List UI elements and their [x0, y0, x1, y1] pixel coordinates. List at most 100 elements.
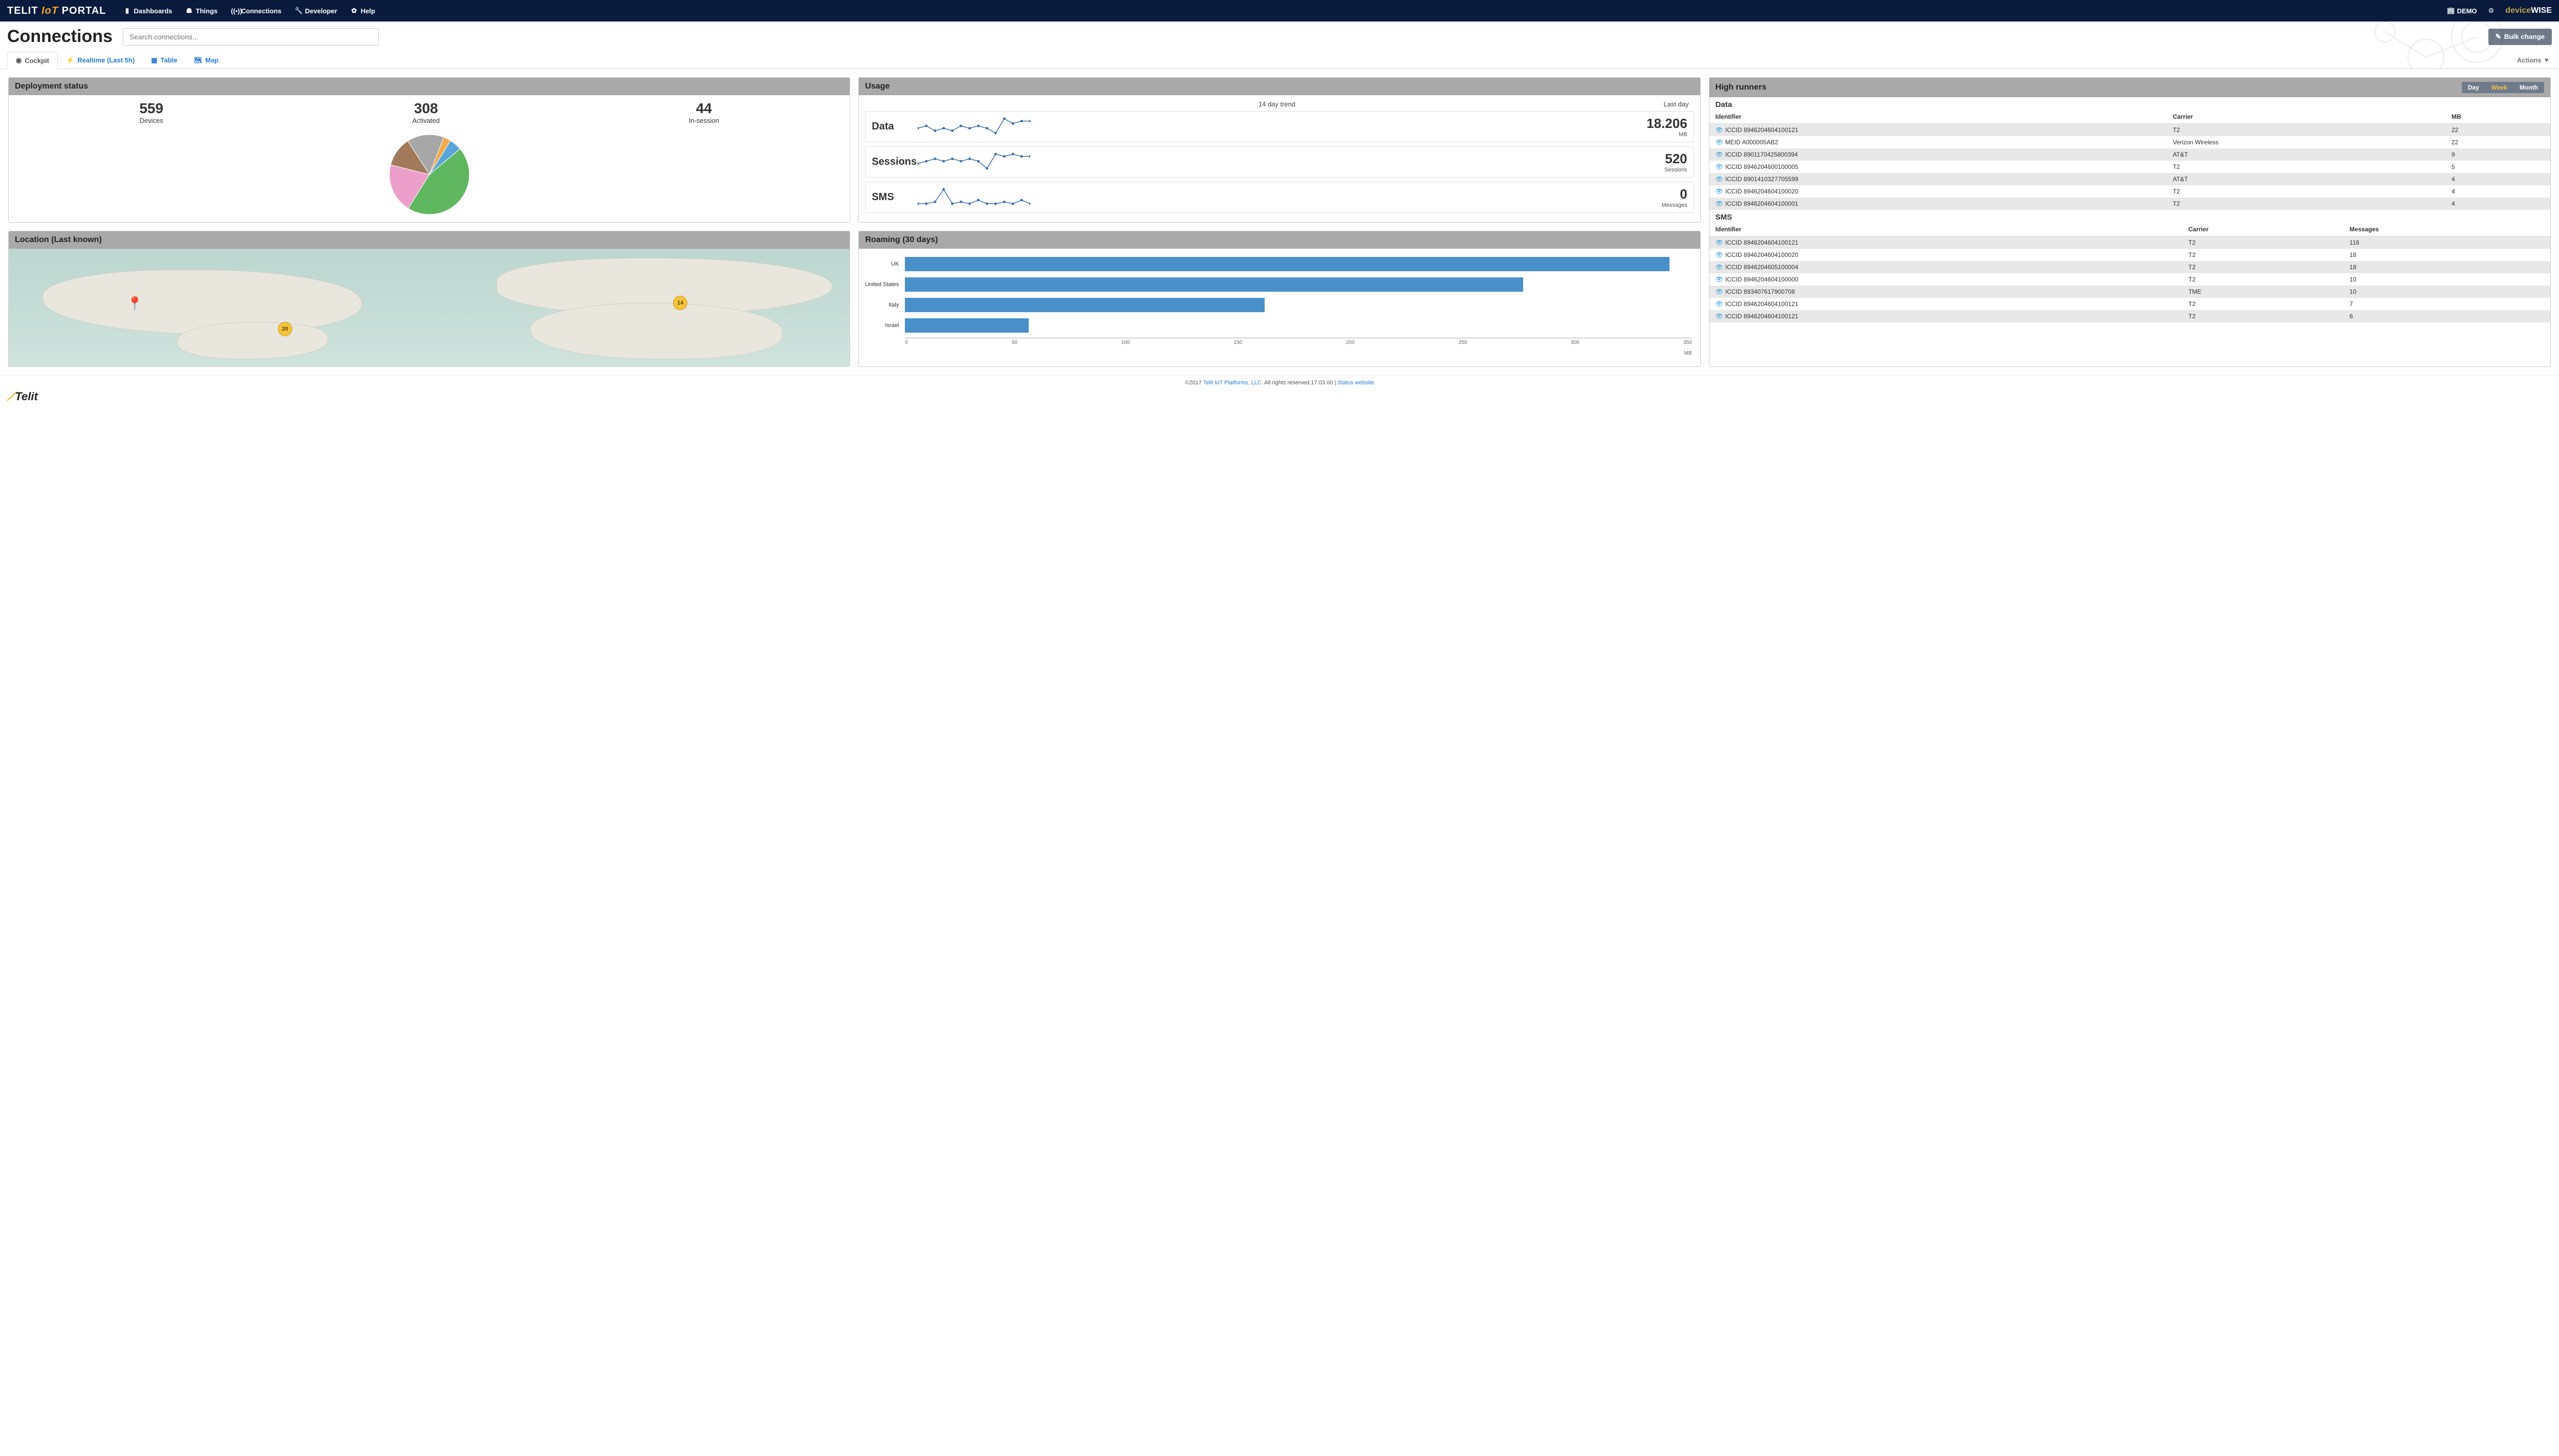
table-row[interactable]: 👁ICCID 8946204604100020T218: [1709, 249, 2550, 261]
panel-roaming: Roaming (30 days) UKUnited StatesItalyIs…: [858, 231, 1700, 367]
table-row[interactable]: 👁ICCID 8946204604100121T27: [1709, 298, 2550, 310]
table-row[interactable]: 👁ICCID 8901410327705599AT&T4: [1709, 173, 2550, 185]
table-row[interactable]: 👁ICCID 8901170425800394AT&T9: [1709, 148, 2550, 161]
tabs: ◉Cockpit ⚡Realtime (Last 5h) ▦Table 🗺Map…: [0, 52, 2559, 69]
table-row[interactable]: 👁ICCID 8946204604100000T210: [1709, 273, 2550, 286]
panel-deployment-title: Deployment status: [9, 78, 850, 95]
roaming-bar[interactable]: Italy: [905, 295, 1691, 315]
gauge-icon: ◉: [16, 56, 21, 64]
table-row[interactable]: 👁ICCID 8946204604100121T2116: [1709, 236, 2550, 249]
hr-sms-table: Identifier Carrier Messages 👁ICCID 89462…: [1709, 223, 2550, 322]
eye-icon: 👁: [1716, 139, 1723, 146]
x-unit: MB: [1684, 351, 1692, 356]
map-marker[interactable]: 📍: [126, 296, 143, 312]
org-selector[interactable]: 🏢DEMO: [2447, 7, 2477, 15]
seg-month[interactable]: Month: [2513, 82, 2544, 93]
page-title: Connections: [7, 27, 113, 47]
settings-button[interactable]: ⚙: [2488, 7, 2495, 15]
help-icon: ✿: [351, 7, 358, 15]
page-header: Connections ✎Bulk change: [0, 21, 2559, 52]
usage-row-data[interactable]: Data 18.206MB: [865, 111, 1694, 142]
panel-location: Location (Last known) 2014📍: [8, 231, 850, 367]
tab-map[interactable]: 🗺Map: [185, 52, 227, 69]
table-row[interactable]: 👁ICCID 8946204605100004T218: [1709, 261, 2550, 273]
wrench-icon: 🔧: [295, 7, 302, 15]
roaming-bar[interactable]: United States: [905, 274, 1691, 295]
antenna-icon: ☗: [186, 7, 193, 15]
devicewise-logo: deviceWISE: [2505, 6, 2552, 15]
roaming-chart[interactable]: UKUnited StatesItalyIsrael05010015020025…: [859, 249, 1700, 366]
panel-usage-title: Usage: [859, 78, 1700, 95]
roaming-bar[interactable]: Israel: [905, 315, 1691, 336]
eye-icon: 👁: [1716, 264, 1723, 271]
actions-menu[interactable]: Actions ▼: [2515, 52, 2552, 68]
bolt-icon: ⚡: [66, 56, 74, 64]
usage-value: 0Messages: [1636, 186, 1687, 208]
map[interactable]: 2014📍: [9, 249, 850, 366]
hr-sms-title: SMS: [1709, 210, 2550, 223]
bar-label: Italy: [859, 302, 902, 308]
tab-realtime[interactable]: ⚡Realtime (Last 5h): [58, 52, 143, 69]
roaming-bar[interactable]: UK: [905, 254, 1691, 274]
table-row[interactable]: 👁ICCID 893407617900708TME10: [1709, 286, 2550, 298]
col-messages: Messages: [2344, 223, 2550, 236]
usage-row-sessions[interactable]: Sessions 520Sessions: [865, 146, 1694, 178]
nav-items: ▮Dashboards ☗Things ((•))Connections 🔧De…: [123, 7, 375, 15]
eye-icon: 👁: [1716, 163, 1723, 170]
footer-company-link[interactable]: Telit IoT Platforms, LLC.: [1203, 380, 1263, 386]
signal-icon: ((•)): [231, 7, 238, 15]
nav-things[interactable]: ☗Things: [186, 7, 218, 15]
col-mb: MB: [2445, 110, 2550, 124]
col-carrier: Carrier: [2166, 110, 2445, 124]
nav-help[interactable]: ✿Help: [351, 7, 375, 15]
deployment-stats: 559Devices 308Activated 44In-session: [15, 100, 843, 124]
panel-location-title: Location (Last known): [9, 231, 850, 249]
eye-icon: 👁: [1716, 288, 1723, 295]
panel-highrunners: High runners Day Week Month Data Identif…: [1709, 77, 2551, 367]
hr-data-title: Data: [1709, 97, 2550, 110]
usage-label: SMS: [872, 191, 918, 203]
footer: ©2017 Telit IoT Platforms, LLC. All righ…: [0, 375, 2559, 388]
nav-developer[interactable]: 🔧Developer: [295, 7, 337, 15]
table-row[interactable]: 👁ICCID 8946204604100121T26: [1709, 310, 2550, 322]
usage-value: 18.206MB: [1636, 116, 1687, 138]
stat-activated: 308Activated: [413, 100, 440, 124]
col-identifier: Identifier: [1709, 110, 2167, 124]
map-cluster[interactable]: 20: [278, 322, 292, 336]
tab-table[interactable]: ▦Table: [143, 52, 185, 69]
pencil-icon: ✎: [2496, 33, 2501, 41]
panel-highrunners-header: High runners Day Week Month: [1709, 78, 2550, 97]
dashboard-grid: Deployment status 559Devices 308Activate…: [0, 69, 2559, 375]
tab-cockpit[interactable]: ◉Cockpit: [7, 52, 58, 69]
eye-icon: 👁: [1716, 151, 1723, 158]
panel-roaming-title: Roaming (30 days): [859, 231, 1700, 249]
table-row[interactable]: 👁ICCID 8946204604100121T222: [1709, 124, 2550, 137]
usage-row-sms[interactable]: SMS 0Messages: [865, 182, 1694, 213]
usage-value: 520Sessions: [1636, 151, 1687, 173]
sparkline: [918, 116, 1636, 138]
deployment-pie[interactable]: [383, 128, 475, 215]
bulk-change-button[interactable]: ✎Bulk change: [2488, 29, 2552, 45]
eye-icon: 👁: [1716, 126, 1723, 134]
eye-icon: 👁: [1716, 188, 1723, 195]
table-row[interactable]: 👁MEID A000005AB2Verizon Wireless22: [1709, 136, 2550, 148]
seg-day[interactable]: Day: [2462, 82, 2485, 93]
bar-chart-icon: ▮: [123, 7, 131, 15]
eye-icon: 👁: [1716, 313, 1723, 320]
table-row[interactable]: 👁ICCID 8946204604100001T24: [1709, 198, 2550, 210]
table-row[interactable]: 👁ICCID 8946204604100020T24: [1709, 185, 2550, 198]
top-nav: TELIT IoT PORTAL ▮Dashboards ☗Things ((•…: [0, 0, 2559, 21]
chevron-down-icon: ▼: [2543, 56, 2550, 64]
footer-status-link[interactable]: Status website: [1337, 380, 1374, 386]
panel-usage: Usage 14 day trendLast day Data 18.206MB…: [858, 77, 1700, 223]
nav-dashboards[interactable]: ▮Dashboards: [123, 7, 172, 15]
eye-icon: 👁: [1716, 300, 1723, 308]
seg-week[interactable]: Week: [2485, 82, 2513, 93]
search-input[interactable]: [123, 28, 379, 46]
col-carrier: Carrier: [2182, 223, 2344, 236]
nav-connections[interactable]: ((•))Connections: [231, 7, 281, 15]
usage-label: Data: [872, 121, 918, 133]
eye-icon: 👁: [1716, 200, 1723, 207]
table-row[interactable]: 👁ICCID 8946204600100005T25: [1709, 161, 2550, 173]
hr-data-table: Identifier Carrier MB 👁ICCID 89462046041…: [1709, 110, 2550, 210]
